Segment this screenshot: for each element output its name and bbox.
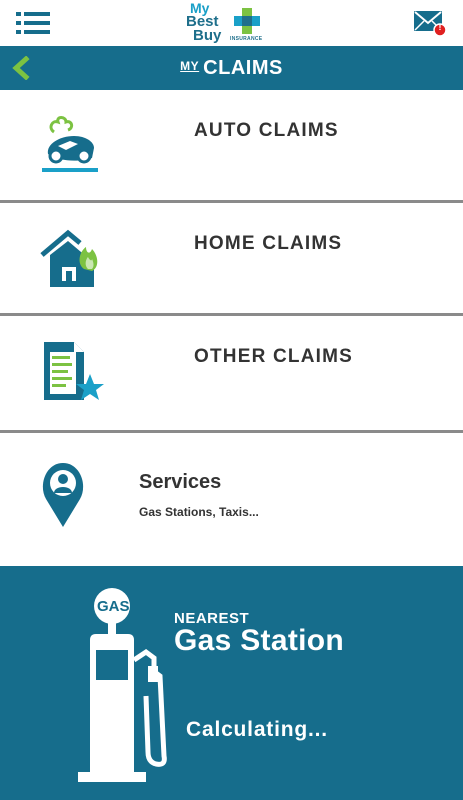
document-star-icon (44, 342, 104, 400)
page-title-prefix: MY (180, 59, 200, 73)
logo-plus-icon (234, 8, 260, 34)
page-title-text: CLAIMS (203, 56, 283, 79)
menu-button[interactable] (16, 12, 50, 34)
logo-subtitle: INSURANCE (230, 36, 263, 42)
gas-pump-icon (78, 588, 167, 782)
car-crash-icon (42, 116, 98, 172)
logo-text-buy: Buy (193, 27, 222, 44)
other-claims-row[interactable]: OTHER CLAIMS (0, 316, 463, 430)
notification-badge: ! (438, 22, 442, 32)
page-title: MY CLAIMS (0, 46, 463, 90)
auto-claims-label: AUTO CLAIMS (194, 120, 339, 141)
gas-pump-label: GAS (97, 598, 130, 615)
other-claims-label: OTHER CLAIMS (194, 346, 354, 367)
auto-claims-row[interactable]: AUTO CLAIMS (0, 90, 463, 200)
home-claims-row[interactable]: HOME CLAIMS (0, 203, 463, 313)
gas-heading: Gas Station (174, 624, 344, 657)
top-bar: My Best Buy INSURANCE ! (0, 0, 463, 46)
messages-button[interactable]: ! (413, 9, 447, 37)
house-fire-icon (40, 229, 98, 287)
services-subtitle: Gas Stations, Taxis... (139, 505, 259, 519)
home-claims-label: HOME CLAIMS (194, 233, 343, 254)
nearest-gas-station-panel[interactable]: GAS NEAREST Gas Station Calculating... (0, 566, 463, 800)
app-logo: My Best Buy INSURANCE (184, 0, 280, 46)
map-pin-person-icon (42, 463, 84, 527)
services-title: Services (139, 471, 222, 493)
services-row[interactable]: Services Gas Stations, Taxis... (0, 433, 463, 566)
gas-status-text: Calculating... (186, 718, 328, 741)
title-bar: MY CLAIMS (0, 46, 463, 90)
menu-list-icon (16, 12, 50, 34)
